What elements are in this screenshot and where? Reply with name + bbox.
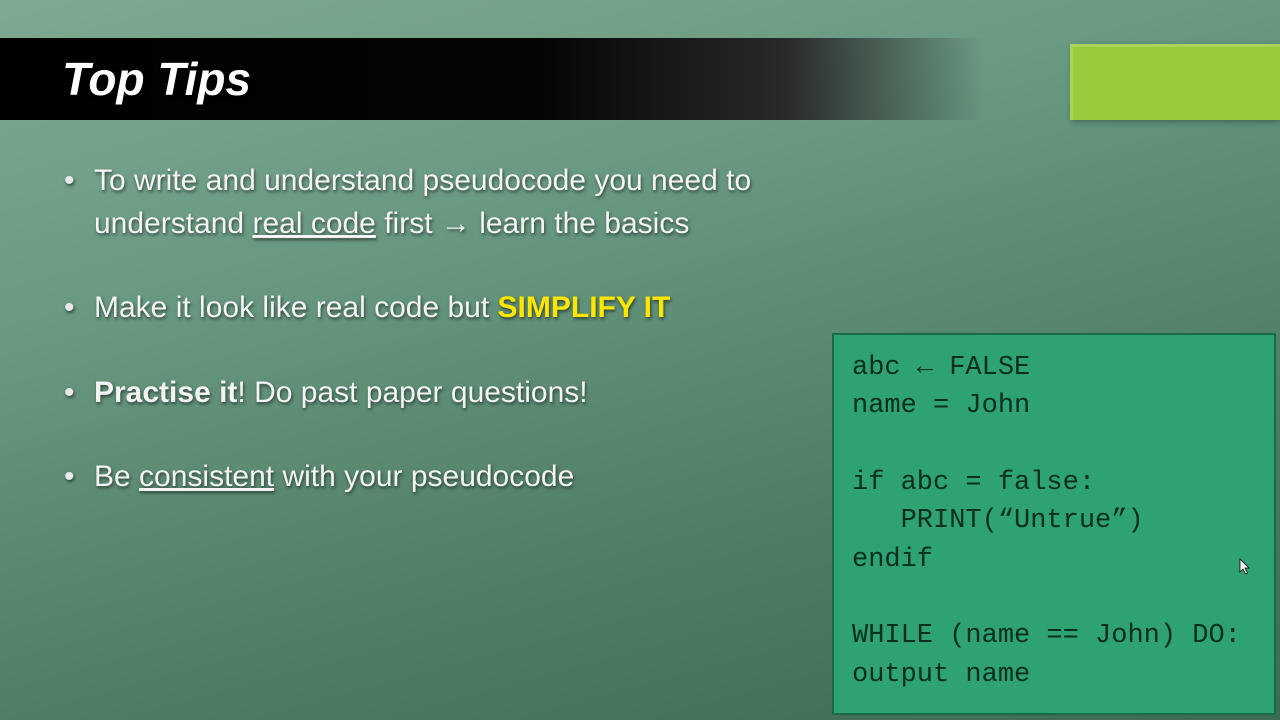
slide-title: Top Tips [62, 52, 251, 106]
slide: Top Tips To write and understand pseudoc… [0, 0, 1280, 720]
bullet-4: Be consistent with your pseudocode [60, 456, 880, 499]
title-bar: Top Tips [0, 38, 985, 120]
bullet-2-highlight: SIMPLIFY IT [498, 291, 671, 324]
bullet-3-bold: Practise it [94, 376, 237, 409]
bullet-4-post: with your pseudocode [274, 460, 574, 493]
accent-tab [1070, 44, 1280, 120]
bullet-1-post2: learn the basics [471, 207, 689, 240]
bullet-list: To write and understand pseudocode you n… [60, 160, 880, 541]
bullet-4-pre: Be [94, 460, 139, 493]
bullet-1-post1: first [376, 207, 441, 240]
bullet-3: Practise it! Do past paper questions! [60, 372, 880, 415]
bullet-2: Make it look like real code but SIMPLIFY… [60, 287, 880, 330]
bullet-3-rest: ! Do past paper questions! [237, 376, 587, 409]
bullet-1: To write and understand pseudocode you n… [60, 160, 880, 245]
bullet-1-realcode: real code [252, 207, 375, 240]
bullet-4-consistent: consistent [139, 460, 274, 493]
pseudocode-box: abc ← FALSE name = John if abc = false: … [832, 333, 1276, 715]
arrow-icon: → [441, 207, 471, 240]
bullet-2-pre: Make it look like real code but [94, 291, 498, 324]
